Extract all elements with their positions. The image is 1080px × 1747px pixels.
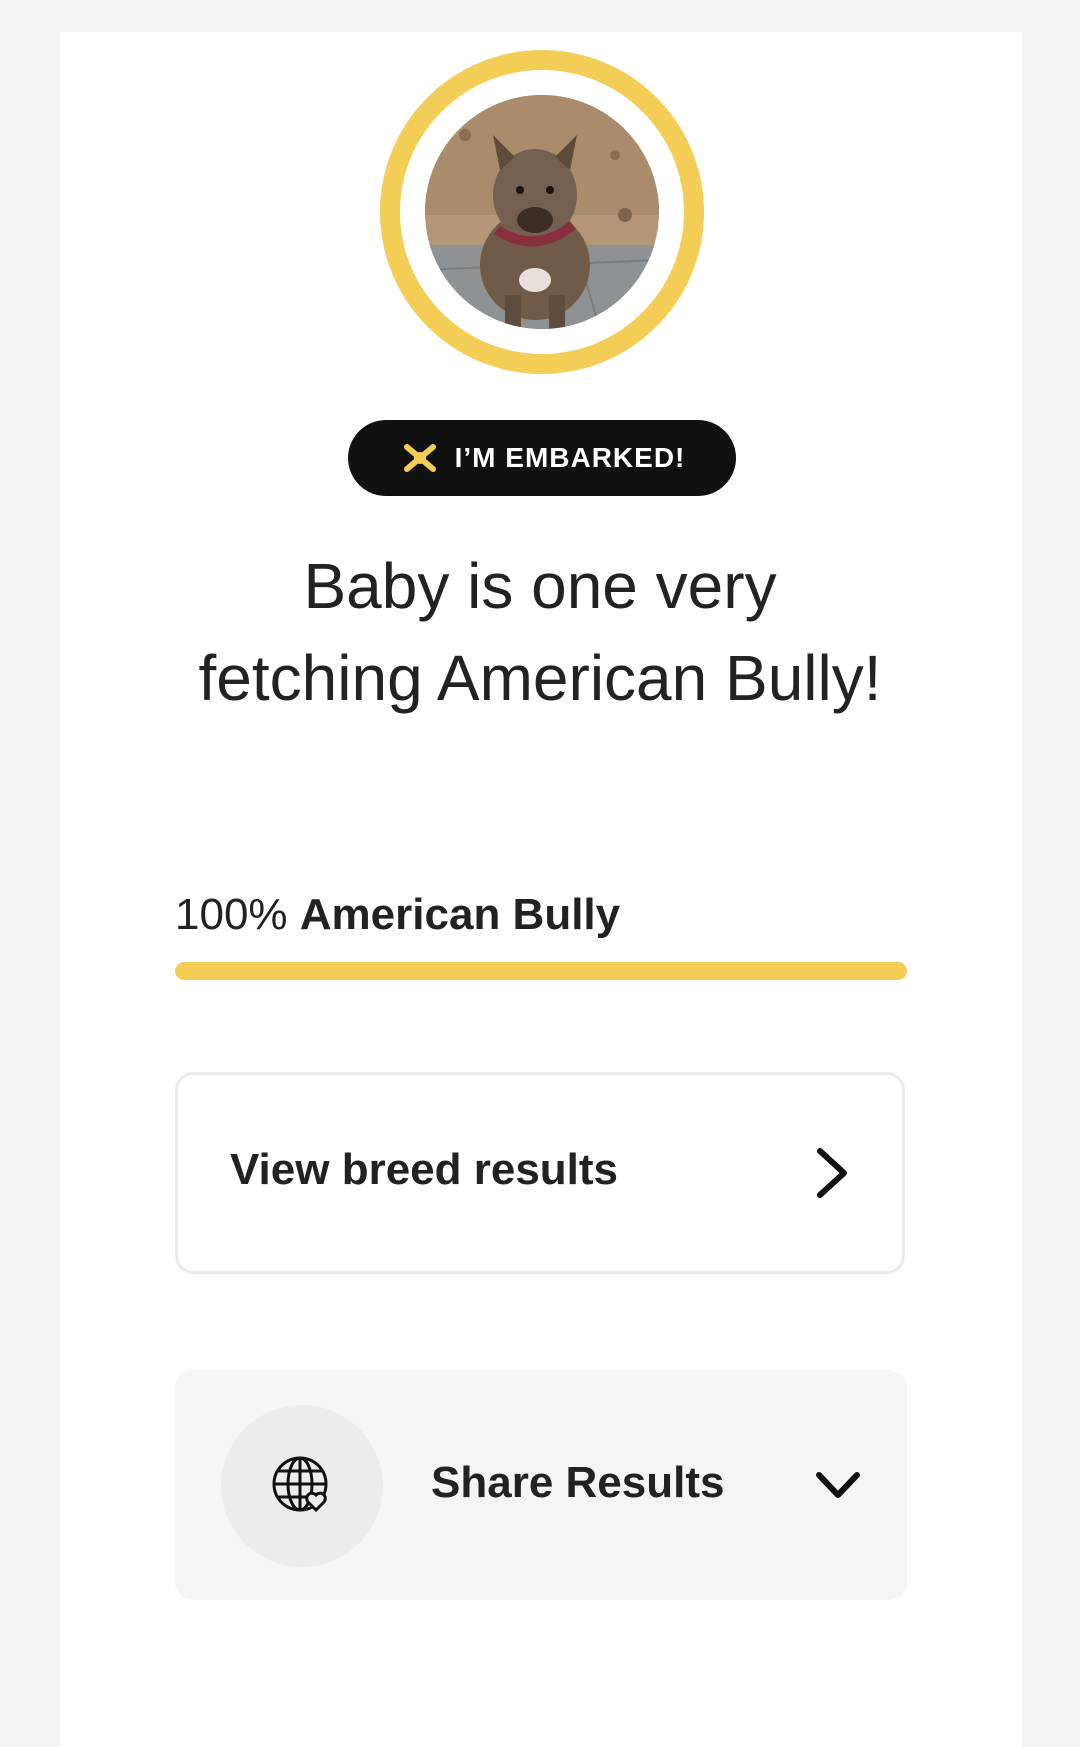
breed-progress-fill: [175, 962, 907, 980]
breed-summary: 100% American Bully: [175, 890, 620, 940]
breed-percent: 100%: [175, 890, 288, 939]
embarked-badge: I’M EMBARKED!: [348, 420, 736, 496]
globe-icon-holder: [221, 1405, 383, 1567]
chevron-right-icon: [817, 1148, 847, 1198]
dog-photo: [425, 95, 659, 329]
dog-avatar: [425, 95, 659, 329]
page-title: Baby is one very fetching American Bully…: [198, 550, 882, 714]
view-breed-results-button[interactable]: View breed results: [175, 1072, 905, 1274]
breed-progress-bar: [175, 962, 907, 980]
badge-label: I’M EMBARKED!: [454, 442, 686, 473]
share-results-label: Share Results: [431, 1458, 725, 1507]
view-breed-results-label: View breed results: [230, 1145, 619, 1194]
share-results-toggle[interactable]: Share Results: [175, 1370, 907, 1600]
breed-name: American Bully: [299, 890, 621, 939]
globe-heart-icon: [272, 1456, 328, 1513]
chevron-down-icon: [816, 1472, 860, 1498]
bone-star-icon: [403, 444, 436, 472]
